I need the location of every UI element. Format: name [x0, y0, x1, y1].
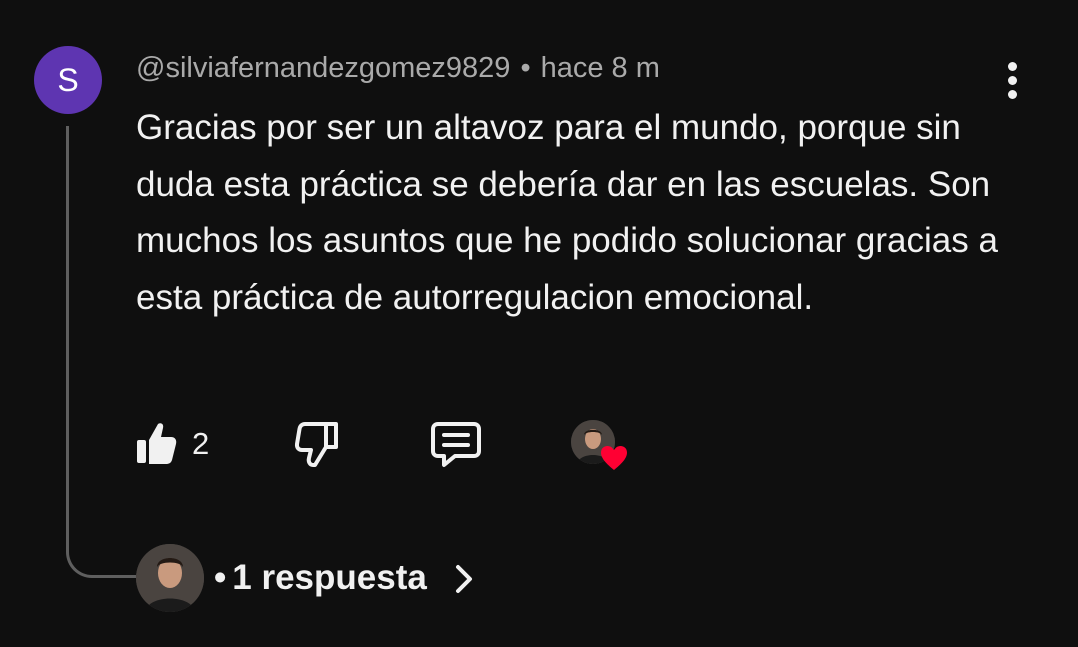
reply-thread-line — [66, 126, 136, 578]
heart-icon — [601, 446, 627, 470]
more-dot — [1008, 76, 1017, 85]
like-count: 2 — [192, 426, 210, 461]
more-options-button[interactable] — [998, 58, 1028, 102]
comment-text: Gracias por ser un altavoz para el mundo… — [136, 108, 998, 317]
replies-label: 1 respuesta — [232, 558, 427, 597]
replies-separator: • — [214, 558, 227, 597]
replies-count-label[interactable]: • 1 respuesta — [214, 558, 427, 598]
header-separator: • — [520, 52, 531, 84]
more-dot — [1008, 90, 1017, 99]
view-replies-button[interactable]: • 1 respuesta — [136, 544, 496, 614]
thumbs-up-icon — [137, 423, 177, 464]
commenter-avatar[interactable]: S — [34, 46, 102, 114]
username[interactable]: @silviafernandezgomez9829 — [136, 52, 510, 84]
creator-heart-badge — [571, 420, 635, 474]
thumbs-down-icon — [294, 422, 338, 467]
like-button[interactable]: 2 — [134, 420, 224, 470]
comment-reply-icon — [431, 422, 481, 467]
more-dot — [1008, 62, 1017, 71]
timestamp: hace 8 m — [540, 52, 660, 84]
chevron-right-icon — [456, 565, 472, 593]
comment-header: @silviafernandezgomez9829 • hace 8 m — [136, 52, 660, 85]
person-photo — [136, 544, 204, 612]
replier-avatar — [136, 544, 204, 612]
reply-button[interactable] — [430, 420, 484, 470]
dislike-button[interactable] — [294, 420, 340, 470]
